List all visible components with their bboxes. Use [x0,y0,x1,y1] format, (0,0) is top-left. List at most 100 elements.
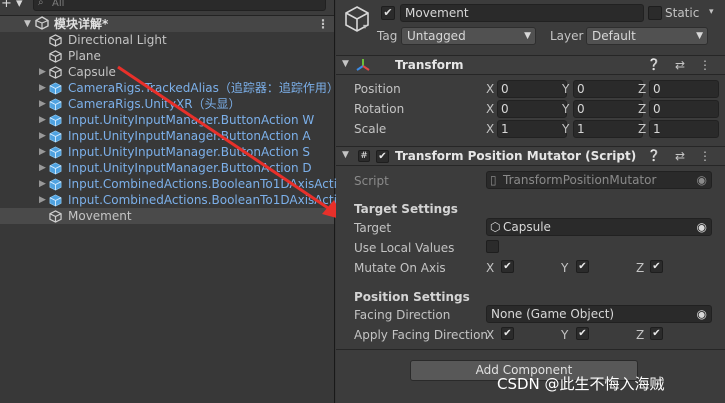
position-settings-header: Position Settings [354,290,470,304]
position-z-field[interactable]: 0 [649,80,719,98]
scene-row[interactable]: ▼ 模块详解* ⋮ [0,16,334,32]
expand-arrow-icon[interactable]: ▶ [39,144,46,160]
target-field[interactable]: ⬡ Capsule ◉ [486,218,712,236]
z-label: Z [638,122,647,136]
transform-header[interactable]: ▼ Transform ❔ ⇄ ⋮ [336,55,725,75]
expand-arrow-icon[interactable]: ▶ [39,176,46,192]
y-label: Y [562,82,570,96]
position-y-field[interactable]: 0 [573,80,643,98]
transform-icon [356,58,370,75]
z-label: Z [638,82,647,96]
object-name-field[interactable]: Movement [400,4,644,22]
annotation-arrow [117,65,344,220]
rotation-y-field[interactable]: 0 [573,100,643,118]
mutate-z-checkbox[interactable]: ✔ [650,260,663,273]
inspector-panel: ▾ ✔ Movement Static ▾ Tag Untagged ▼ Laye… [336,0,725,403]
layer-label: Layer [550,29,584,43]
chevron-down-icon: ▼ [524,31,531,41]
icon-dropdown-icon[interactable]: ▾ [363,22,367,31]
mutate-y-checkbox[interactable]: ✔ [576,260,589,273]
component-menu-icon[interactable]: ⋮ [699,58,711,72]
use-local-checkbox[interactable] [486,240,499,253]
apply-facing-label: Apply Facing Direction [354,328,489,342]
rotation-x-field[interactable]: 0 [497,100,567,118]
fold-arrow-icon[interactable]: ▼ [342,59,349,69]
static-label[interactable]: Static [665,6,699,20]
static-dropdown-icon[interactable]: ▾ [709,7,714,17]
hierarchy-item-label: Plane [68,49,101,63]
expand-arrow-icon[interactable]: ▶ [39,192,46,208]
prefab-icon [49,178,63,191]
mutate-x-checkbox[interactable]: ✔ [501,260,514,273]
scale-row: Scale X 1 Y 1 Z 1 [336,119,725,139]
position-label: Position [354,82,401,96]
search-icon: ⌕ [38,0,44,8]
transform-title: Transform [395,58,464,72]
watermark: CSDN @此生不悔入海贼 [497,375,665,393]
hierarchy-item-label: Capsule [68,65,116,79]
rotation-row: Rotation X 0 Y 0 Z 0 [336,99,725,119]
facing-x-checkbox[interactable]: ✔ [501,327,514,340]
mutator-header[interactable]: ▼ # ✔ Transform Position Mutator (Script… [336,146,725,166]
help-icon[interactable]: ❔ [647,58,661,71]
hierarchy-item[interactable]: Directional Light [0,32,334,48]
facing-value: None (Game Object) [491,307,615,321]
preset-icon[interactable]: ⇄ [675,149,685,163]
script-icon: ▯ [490,173,497,187]
prefab-icon [49,130,63,143]
object-picker-icon[interactable]: ◉ [697,219,707,235]
object-picker-icon[interactable]: ◉ [697,306,707,322]
gameobject-icon [49,210,63,223]
component-menu-icon[interactable]: ⋮ [699,149,711,163]
position-row: Position X 0 Y 0 Z 0 [336,79,725,99]
scene-name: 模块详解* [54,17,109,31]
prefab-icon [49,146,63,159]
target-settings-header: Target Settings [354,202,458,216]
static-checkbox[interactable] [648,6,662,20]
y-label: Y [562,122,570,136]
hierarchy-toolbar: + ▾ All ⌕ [0,0,334,16]
target-value: Capsule [503,220,551,234]
inspector-header: ▾ ✔ Movement Static ▾ Tag Untagged ▼ Laye… [336,0,725,55]
x-label: X [486,82,495,96]
facing-z-checkbox[interactable]: ✔ [650,327,663,340]
mutator-title: Transform Position Mutator (Script) [395,149,637,163]
x-label: X [486,261,495,275]
script-file-icon: # [358,150,370,162]
facing-label: Facing Direction [354,308,451,322]
active-checkbox[interactable]: ✔ [381,6,395,20]
facing-y-checkbox[interactable]: ✔ [576,327,589,340]
scale-z-field[interactable]: 1 [649,120,719,138]
tag-dropdown[interactable]: Untagged ▼ [401,27,536,45]
expand-arrow-icon[interactable]: ▶ [39,160,46,176]
hierarchy-search-input[interactable]: All [33,0,326,11]
gameobject-icon [49,50,63,63]
expand-arrow-icon[interactable]: ▶ [39,64,46,80]
tag-label: Tag [377,29,398,43]
expand-arrow-icon[interactable]: ▼ [24,16,31,32]
tag-value: Untagged [407,29,466,43]
position-x-field[interactable]: 0 [497,80,567,98]
gameobject-icon: ⬡ [490,220,501,234]
z-label: Z [636,328,645,342]
facing-field[interactable]: None (Game Object) ◉ [486,305,712,323]
fold-arrow-icon[interactable]: ▼ [342,150,349,160]
prefab-icon [49,114,63,127]
expand-arrow-icon[interactable]: ▶ [39,96,46,112]
component-enabled-checkbox[interactable]: ✔ [376,150,389,163]
scale-y-field[interactable]: 1 [573,120,643,138]
x-label: X [486,102,495,116]
scene-menu-icon[interactable]: ⋮ [317,16,329,32]
layer-dropdown[interactable]: Default ▼ [586,27,708,45]
expand-arrow-icon[interactable]: ▶ [39,80,46,96]
divider [336,349,725,350]
prefab-icon [49,194,63,207]
expand-arrow-icon[interactable]: ▶ [39,128,46,144]
y-label: Y [561,261,569,275]
preset-icon[interactable]: ⇄ [675,58,685,72]
help-icon[interactable]: ❔ [647,149,661,162]
scale-x-field[interactable]: 1 [497,120,567,138]
rotation-z-field[interactable]: 0 [649,100,719,118]
add-object-button[interactable]: + ▾ [1,0,23,11]
expand-arrow-icon[interactable]: ▶ [39,112,46,128]
